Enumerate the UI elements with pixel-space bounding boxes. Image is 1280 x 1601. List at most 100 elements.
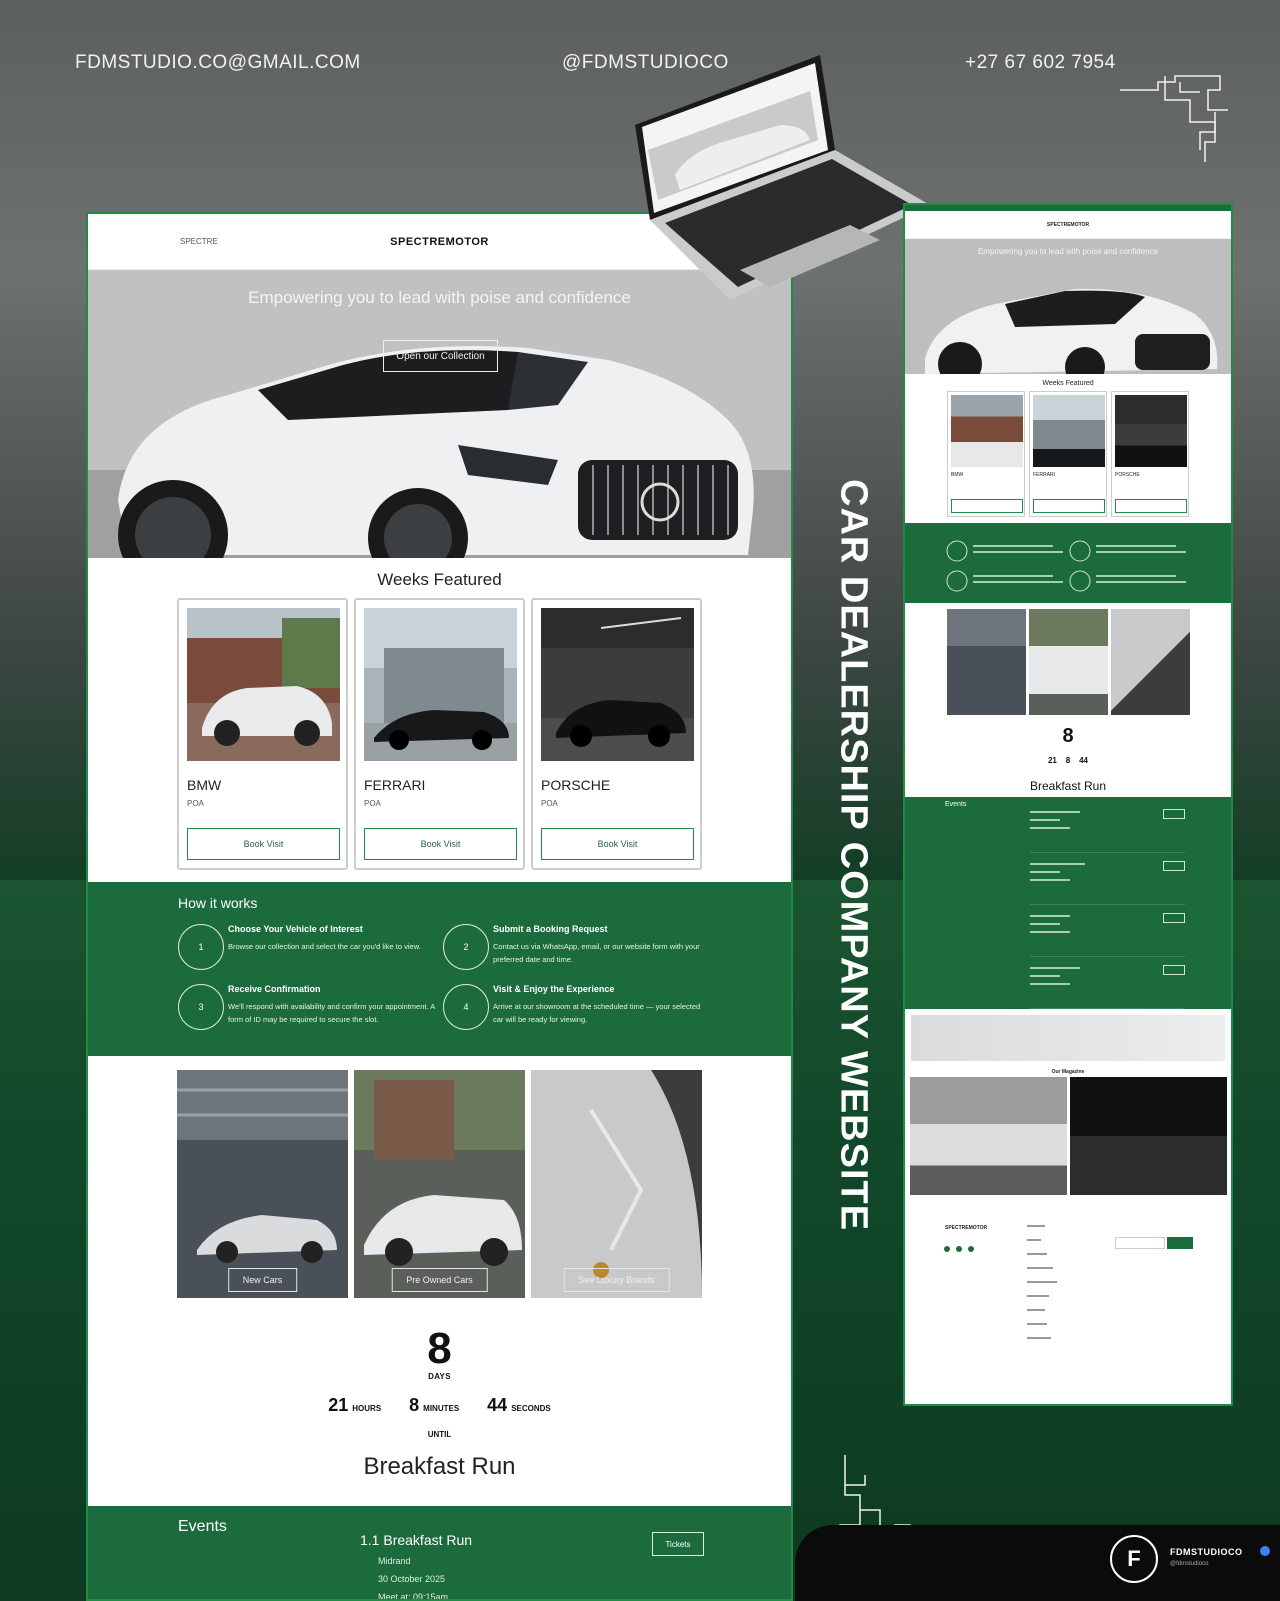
mobile-card[interactable]: BMW <box>947 391 1025 517</box>
studio-logo[interactable]: F <box>1110 1535 1158 1583</box>
step-number: 1 <box>178 924 224 970</box>
car-name: PORSCHE <box>541 777 611 793</box>
event-date: 30 October 2025 <box>378 1574 446 1584</box>
car-price: POA <box>541 799 558 808</box>
mobile-card-name: BMW <box>951 472 964 478</box>
countdown-until: UNTIL <box>427 1430 452 1439</box>
mobile-countdown-hours: 21 <box>1047 756 1057 765</box>
car-name: BMW <box>187 777 222 793</box>
featured-cards: BMW POA Book Visit FERRARI POA Book Visi… <box>88 598 791 870</box>
social-icons[interactable] <box>943 1245 983 1253</box>
car-photo <box>187 608 340 761</box>
step-description: Contact us via WhatsApp, email, or our w… <box>493 942 700 964</box>
events-section: Events 1.1 Breakfast Run Midrand 30 Octo… <box>88 1506 791 1601</box>
mobile-card-photo <box>951 395 1023 467</box>
mobile-card-photo <box>1033 395 1105 467</box>
contact-email: FDMSTUDIO.CO@GMAIL.COM <box>75 52 361 73</box>
step-number: 2 <box>443 924 489 970</box>
step-title: Visit & Enjoy the Experience <box>493 984 615 994</box>
mobile-countdown-seconds: 44 <box>1079 756 1089 765</box>
mobile-magazine-title: Our Magazine <box>1051 1069 1085 1075</box>
magazine-article[interactable] <box>909 1077 1067 1195</box>
tile-label: See Luxury Brands <box>563 1268 670 1292</box>
step-description: Arrive at our showroom at the scheduled … <box>493 1002 701 1024</box>
newsletter-submit[interactable] <box>1167 1237 1193 1249</box>
mobile-banner <box>911 1015 1225 1061</box>
mobile-tile[interactable] <box>1110 609 1190 715</box>
car-card-porsche[interactable]: PORSCHE POA Book Visit <box>531 598 702 870</box>
step-number: 3 <box>178 984 224 1030</box>
event-name: 1.1 Breakfast Run <box>360 1532 473 1548</box>
open-collection-button[interactable]: Open our Collection <box>383 340 498 372</box>
studio-badge: F FDMSTUDIOCO @fdmstudioco <box>795 1525 1280 1601</box>
countdown-hours: 21 <box>328 1395 349 1415</box>
event-meet-time: Meet at: 09:15am <box>378 1592 449 1601</box>
countdown-days: 8 <box>427 1324 452 1373</box>
magazine-article[interactable] <box>1069 1077 1227 1195</box>
mobile-event-row <box>1030 803 1185 853</box>
mobile-card[interactable]: PORSCHE <box>1111 391 1189 517</box>
nav-brand[interactable]: SPECTREMOTOR <box>390 236 489 248</box>
how-title: How it works <box>178 895 258 911</box>
mobile-tile[interactable] <box>1028 609 1108 715</box>
tile-new-cars[interactable]: New Cars <box>177 1070 348 1298</box>
footer-links <box>1027 1225 1057 1339</box>
featured-title: Weeks Featured <box>377 570 502 589</box>
newsletter-input[interactable] <box>1115 1237 1165 1249</box>
mobile-book-button[interactable] <box>1033 499 1105 513</box>
countdown-section: 8 DAYS 21 HOURS 8 MINUTES 44 SECONDS UNTIL … <box>88 1326 791 1481</box>
events-title: Events <box>178 1518 227 1535</box>
car-name: FERRARI <box>364 777 426 793</box>
laptop-mockup <box>635 55 930 300</box>
long-page-mockup: SPECTREMOTOR Empowering you to lead with… <box>903 203 1233 1406</box>
car-price: POA <box>364 799 381 808</box>
mobile-event-row <box>1030 907 1185 957</box>
tile-label: New Cars <box>227 1268 298 1292</box>
vertical-title: CAR DEALERSHIP COMPANY WEBSITE <box>825 350 881 1360</box>
countdown-minutes: 8 <box>409 1395 420 1415</box>
mobile-card-photo <box>1115 395 1187 467</box>
step-title: Receive Confirmation <box>228 984 321 994</box>
mobile-countdown: 8 21 8 44 Breakfast Run <box>905 725 1231 793</box>
tile-pre-owned[interactable]: Pre Owned Cars <box>354 1070 525 1298</box>
countdown-seconds-label: SECONDS <box>511 1404 551 1413</box>
studio-subhandle: @fdmstudioco <box>1170 1561 1209 1567</box>
mobile-countdown-days: 8 <box>1062 725 1074 747</box>
car-card-bmw[interactable]: BMW POA Book Visit <box>177 598 348 870</box>
book-visit-button[interactable]: Book Visit <box>187 828 340 860</box>
mobile-card-name: FERRARI <box>1033 472 1055 478</box>
verified-icon <box>1260 1546 1270 1556</box>
mobile-event-row <box>1030 959 1185 1009</box>
mobile-tile[interactable] <box>946 609 1026 715</box>
book-visit-button[interactable]: Book Visit <box>541 828 694 860</box>
tile-luxury-brands[interactable]: See Luxury Brands <box>531 1070 702 1298</box>
contact-phone: +27 67 602 7954 <box>965 52 1116 73</box>
mobile-navbar[interactable]: SPECTREMOTOR <box>905 211 1231 239</box>
mobile-footer: SPECTREMOTOR <box>905 1195 1231 1345</box>
mobile-magazine <box>905 1077 1231 1195</box>
countdown-seconds: 44 <box>487 1395 508 1415</box>
book-visit-button[interactable]: Book Visit <box>364 828 517 860</box>
mobile-events: Events <box>905 797 1231 1009</box>
mobile-cards: BMW FERRARI PORSCHE <box>905 391 1231 517</box>
nav-logo[interactable]: SPECTRE <box>180 237 218 246</box>
studio-handle[interactable]: FDMSTUDIOCO <box>1170 1547 1243 1557</box>
mobile-tiles <box>905 609 1231 715</box>
desktop-mockup: SPECTRE SPECTREMOTOR Empowering you to l… <box>86 212 793 1601</box>
step-description: Browse our collection and select the car… <box>228 942 421 951</box>
car-card-ferrari[interactable]: FERRARI POA Book Visit <box>354 598 525 870</box>
mobile-card-name: PORSCHE <box>1115 472 1140 478</box>
vertical-title-text: CAR DEALERSHIP COMPANY WEBSITE <box>832 478 875 1232</box>
mobile-book-button[interactable] <box>1115 499 1187 513</box>
mobile-book-button[interactable] <box>951 499 1023 513</box>
step-number: 4 <box>443 984 489 1030</box>
car-price: POA <box>187 799 204 808</box>
mobile-countdown-event: Breakfast Run <box>1029 779 1107 793</box>
countdown-row: 21 HOURS 8 MINUTES 44 SECONDS <box>88 1395 791 1416</box>
tickets-button[interactable]: Tickets <box>652 1532 704 1556</box>
mobile-how-section <box>905 523 1231 603</box>
mobile-card[interactable]: FERRARI <box>1029 391 1107 517</box>
mobile-hero: Empowering you to lead with poise and co… <box>905 239 1231 374</box>
tile-label: Pre Owned Cars <box>391 1268 488 1292</box>
step-title: Submit a Booking Request <box>493 924 608 934</box>
